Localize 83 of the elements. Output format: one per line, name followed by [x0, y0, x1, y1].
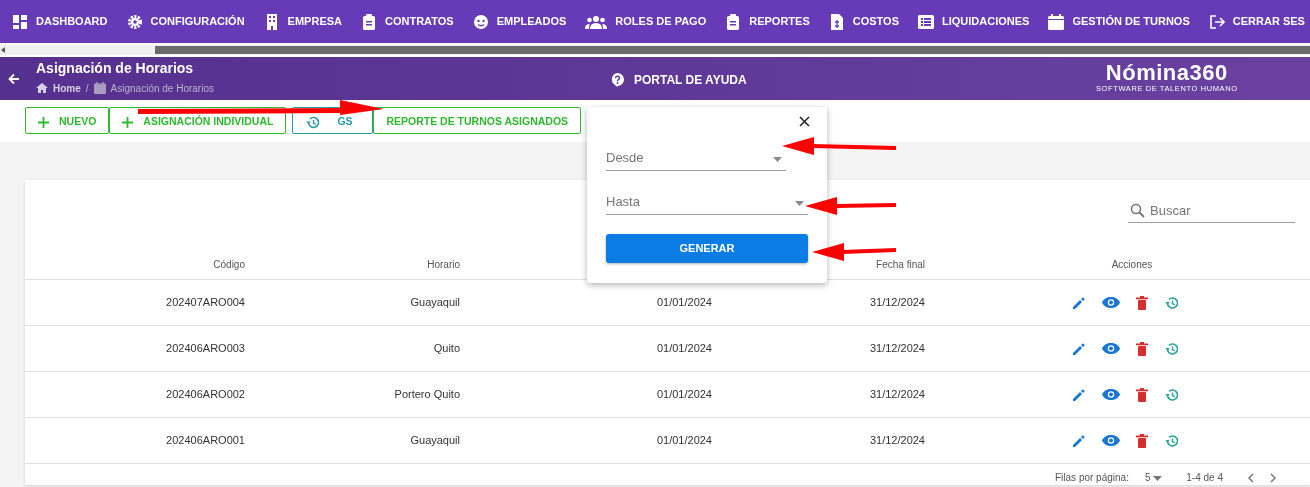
calendar-icon [93, 82, 106, 95]
table-cell: 31/12/2024 [869, 388, 925, 401]
rows-per-page-select[interactable]: 5 [1144, 470, 1163, 485]
nav-link[interactable]: COSTOS [828, 13, 899, 30]
scroll-left-icon[interactable] [1, 47, 6, 53]
history-button[interactable] [1164, 295, 1178, 310]
caret-icon [795, 201, 804, 206]
generate-button[interactable]: GENERAR [606, 234, 808, 263]
nav-link[interactable]: REPORTES [725, 13, 810, 30]
table-cell: 202407ARO004 [166, 296, 245, 309]
caret-icon [1153, 475, 1163, 481]
history-button[interactable] [1164, 387, 1178, 402]
previous-page-icon[interactable] [1247, 472, 1254, 483]
list-icon [918, 13, 934, 30]
rows-per-page-label: Filas por página: [1055, 471, 1129, 485]
next-page-icon[interactable] [1270, 472, 1277, 483]
nav-link[interactable]: EMPLEADOS [472, 13, 567, 30]
table-cell: 31/12/2024 [869, 434, 925, 447]
caret-icon [773, 157, 782, 162]
logo: Nómina360 [1104, 62, 1229, 84]
table-cell: 202406ARO003 [166, 342, 245, 355]
nav-link[interactable]: CONTRATOS [361, 13, 454, 30]
nav-link[interactable]: GESTIÓN DE TURNOS [1048, 13, 1190, 30]
edit-button[interactable] [1072, 341, 1086, 356]
eye-button[interactable] [1102, 433, 1120, 448]
page-range: 1-4 de 4 [1186, 471, 1223, 485]
clipboard-icon [361, 13, 377, 30]
table-cell: Guayaquil [410, 296, 460, 309]
document-icon [828, 13, 845, 30]
history-icon [305, 115, 320, 129]
trash-button[interactable] [1136, 433, 1148, 448]
eye-button[interactable] [1102, 295, 1120, 310]
search-icon [1130, 203, 1145, 218]
table-cell: 01/01/2024 [656, 388, 712, 401]
nav-link[interactable]: EMPRESA [263, 13, 342, 30]
dashboard-icon [12, 13, 28, 30]
edit-button[interactable] [1072, 433, 1086, 448]
help-icon [611, 73, 624, 87]
people-icon [585, 13, 608, 30]
nav-link[interactable]: DASHBOARD [12, 13, 108, 30]
back-arrow-icon[interactable] [8, 72, 20, 85]
eye-button[interactable] [1102, 341, 1120, 356]
search-field[interactable]: Buscar [1128, 199, 1295, 223]
page-title: Asignación de Horarios [36, 61, 195, 77]
edit-button[interactable] [1072, 295, 1086, 310]
trash-button[interactable] [1136, 295, 1148, 310]
help-link[interactable]: PORTAL DE AYUDA [611, 71, 747, 89]
table-cell: 01/01/2024 [656, 434, 712, 447]
calendar-icon [1048, 13, 1065, 30]
plus-icon [38, 116, 49, 128]
column-header: Horario [427, 259, 460, 270]
clipboard-icon [725, 13, 742, 30]
table-cell: 31/12/2024 [869, 296, 925, 309]
history-button[interactable] [1164, 341, 1178, 356]
table-cell: Portero Quito [394, 388, 460, 401]
breadcrumb-current: Asignación de Horarios [110, 81, 214, 96]
plus-icon [122, 116, 134, 128]
history-button[interactable] [1164, 433, 1178, 448]
logout-icon [1208, 13, 1225, 30]
table-cell: Guayaquil [410, 434, 460, 447]
edit-button[interactable] [1072, 387, 1086, 402]
column-header: Fecha final [876, 259, 925, 270]
column-header: Acciones [1111, 259, 1153, 270]
table-cell: 31/12/2024 [869, 342, 925, 355]
eye-button[interactable] [1102, 387, 1120, 402]
home-icon [36, 83, 48, 94]
nav-link[interactable]: CERRAR SES [1208, 13, 1305, 30]
nav-link[interactable]: ROLES DE PAGO [585, 13, 707, 30]
nav-link[interactable]: LIQUIDACIONES [918, 13, 1030, 30]
breadcrumb-link[interactable]: Home [53, 80, 81, 96]
column-header: Código [213, 259, 245, 270]
gear-icon [126, 13, 143, 30]
breadcrumb-separator: / [85, 81, 89, 96]
scrollbar-thumb[interactable] [155, 46, 1310, 54]
table-cell: Quito [433, 342, 460, 355]
table-cell: 202406ARO002 [166, 388, 245, 401]
trash-button[interactable] [1136, 387, 1148, 402]
trash-button[interactable] [1136, 341, 1148, 356]
table-cell: 01/01/2024 [656, 342, 712, 355]
face-icon [472, 13, 489, 30]
nav-link[interactable]: CONFIGURACIÓN [126, 13, 245, 30]
table-cell: 01/01/2024 [656, 296, 712, 309]
table-cell: 202406ARO001 [166, 434, 245, 447]
